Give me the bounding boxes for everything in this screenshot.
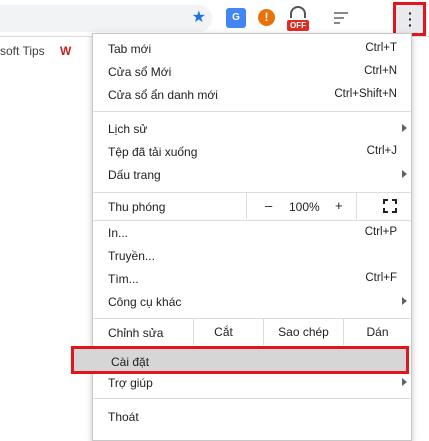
menu-item-shortcut: Ctrl+P — [364, 226, 397, 238]
menu-item-exit[interactable]: Thoát — [93, 406, 411, 428]
browser-toolbar: ★ G ! OFF · · · — [0, 0, 429, 37]
submenu-arrow-icon — [402, 378, 407, 386]
menu-item-label: Thoát — [108, 410, 139, 424]
copy-button[interactable]: Sao chép — [263, 319, 343, 345]
off-badge: OFF — [287, 20, 309, 31]
extension-cap-shape — [290, 6, 306, 18]
menu-item-more-tools[interactable]: Công cụ khác — [93, 291, 411, 313]
menu-item-label: Trợ giúp — [108, 376, 153, 390]
menu-item-label: Cửa sổ Mới — [108, 65, 172, 79]
bookmark-item[interactable]: soft Tips — [0, 44, 45, 58]
zoom-in-button[interactable]: + — [335, 198, 343, 213]
menu-separator — [93, 398, 411, 399]
star-icon[interactable]: ★ — [192, 9, 206, 27]
menu-separator — [93, 111, 411, 112]
menu-item-new-tab[interactable]: Tab mới Ctrl+T — [93, 38, 411, 60]
menu-item-label: Dấu trang — [108, 168, 161, 182]
zoom-controls: – 100% + — [246, 193, 357, 219]
submenu-arrow-icon — [402, 124, 407, 132]
zoom-level: 100% — [289, 200, 320, 214]
menu-item-label: Lịch sử — [108, 122, 148, 136]
menu-item-bookmarks[interactable]: Dấu trang — [93, 164, 411, 186]
menu-item-shortcut: Ctrl+J — [366, 145, 397, 157]
address-bar[interactable]: ★ — [0, 5, 212, 32]
menu-item-shortcut: Ctrl+Shift+N — [334, 88, 397, 100]
menu-item-label: Truyền... — [108, 249, 155, 263]
cut-button[interactable]: Cắt — [193, 319, 253, 345]
menu-item-new-window[interactable]: Cửa sổ Mới Ctrl+N — [93, 61, 411, 83]
edit-row: Chỉnh sửa Cắt Sao chép Dán — [93, 319, 411, 345]
browser-menu-button[interactable]: · · · — [393, 2, 426, 36]
menu-item-cast[interactable]: Truyền... — [93, 245, 411, 267]
menu-separator — [93, 220, 411, 221]
menu-item-settings[interactable]: Cài đặt — [71, 346, 409, 374]
menu-item-downloads[interactable]: Tệp đã tải xuống Ctrl+J — [93, 141, 411, 163]
edit-label: Chỉnh sửa — [108, 326, 164, 340]
warning-extension-icon[interactable]: ! — [258, 9, 275, 26]
off-extension-icon[interactable]: OFF — [287, 6, 309, 32]
submenu-arrow-icon — [402, 297, 407, 305]
menu-item-label: Cửa sổ ẩn danh mới — [108, 88, 218, 102]
browser-menu: Tab mới Ctrl+T Cửa sổ Mới Ctrl+N Cửa sổ … — [71, 33, 412, 441]
menu-item-label: Cài đặt — [111, 355, 150, 369]
menu-item-incognito[interactable]: Cửa sổ ẩn danh mới Ctrl+Shift+N — [93, 84, 411, 106]
translate-extension-icon[interactable]: G — [226, 8, 246, 28]
more-vert-icon: · · · — [408, 5, 413, 33]
menu-item-label: In... — [108, 226, 129, 240]
menu-item-print[interactable]: In... Ctrl+P — [93, 222, 411, 244]
menu-item-history[interactable]: Lịch sử — [93, 118, 411, 140]
submenu-arrow-icon — [402, 170, 407, 178]
zoom-row: Thu phóng – 100% + — [93, 193, 411, 219]
fullscreen-icon[interactable] — [383, 199, 397, 213]
bookmark-favicon-icon[interactable]: W — [60, 44, 71, 58]
menu-item-shortcut: Ctrl+N — [364, 65, 397, 77]
menu-item-label: Công cụ khác — [108, 295, 182, 309]
zoom-out-button[interactable]: – — [265, 198, 272, 213]
paste-button[interactable]: Dán — [343, 319, 411, 345]
zoom-label: Thu phóng — [108, 200, 166, 214]
menu-item-help[interactable]: Trợ giúp — [93, 372, 411, 394]
menu-item-label: Tệp đã tải xuống — [108, 145, 198, 159]
menu-item-label: Tìm... — [108, 272, 139, 286]
menu-item-label: Tab mới — [108, 42, 152, 56]
menu-item-shortcut: Ctrl+T — [365, 42, 397, 54]
reading-list-icon[interactable] — [334, 10, 352, 26]
menu-item-shortcut: Ctrl+F — [365, 272, 397, 284]
menu-item-find[interactable]: Tìm... Ctrl+F — [93, 268, 411, 290]
